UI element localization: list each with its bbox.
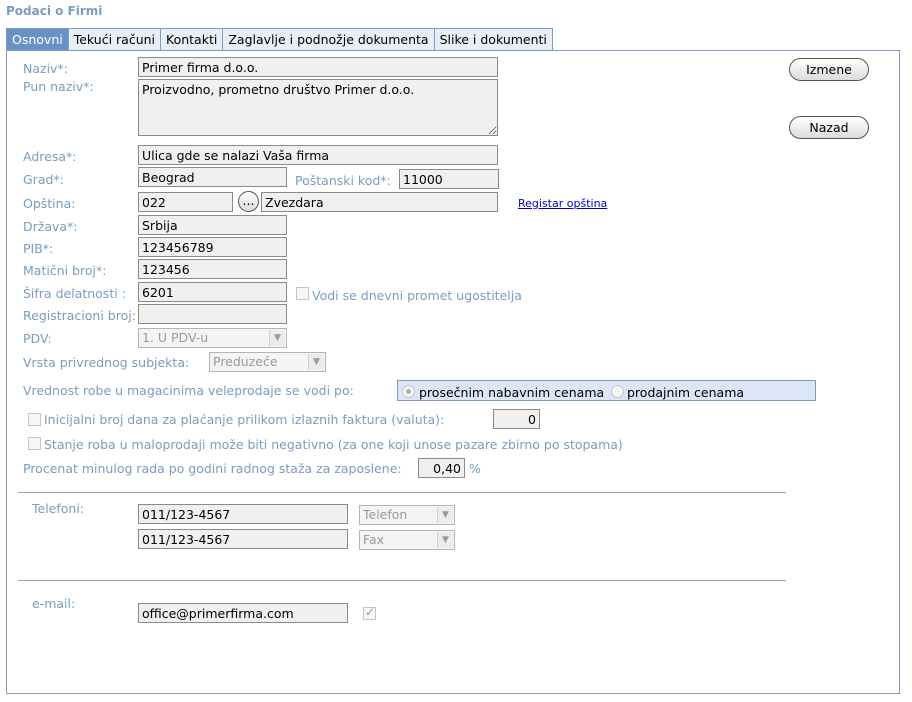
procenat-minulog-rada-field[interactable]: 0,40 [418,458,465,478]
adresa-field[interactable]: Ulica gde se nalazi Vaša firma [138,145,498,165]
naziv-label: Naziv*: [23,61,68,76]
telefon-1-field[interactable]: 011/123-4567 [138,504,348,524]
drzava-field[interactable]: Srbija [138,215,287,235]
tab-osnovni[interactable]: Osnovni [6,28,69,51]
tab-bar: Osnovni Tekući računi Kontakti Zaglavlje… [6,28,553,51]
tab-zaglavlje-podnozje[interactable]: Zaglavlje i podnožje dokumenta [222,28,435,51]
telefon-1-type-select[interactable]: Telefon ▼ [359,505,455,525]
tab-slike-dokumenti[interactable]: Slike i dokumenti [433,28,553,51]
postanski-kod-label: Poštanski kod*: [295,173,391,188]
registar-opstina-link[interactable]: Registar opština [518,197,607,210]
registracioni-broj-field[interactable] [138,304,287,324]
telefon-1-type-value: Telefon [363,507,408,522]
procenat-minulog-rada-label: Procenat minulog rada po godini radnog s… [23,461,402,476]
opstina-label: Opština: [23,196,76,211]
dnevni-promet-checkbox[interactable] [296,287,309,300]
prosecnim-cenama-label: prosečnim nabavnim cenama [419,385,605,400]
dnevni-promet-label: Vodi se dnevni promet ugostitelja [312,288,522,303]
inicijalni-broj-dana-label: Inicijalni broj dana za plaćanje priliko… [44,412,445,427]
grad-label: Grad*: [23,172,64,187]
telefoni-label: Telefoni: [32,501,85,516]
email-field[interactable]: office@primerfirma.com [138,603,348,623]
vrednost-robe-label: Vrednost robe u magacinima veleprodaje s… [23,383,354,398]
izmene-button[interactable]: Izmene [789,58,869,81]
pib-label: PIB*: [23,241,54,256]
procenat-unit: % [469,461,481,476]
chevron-down-icon: ▼ [308,354,324,370]
vrsta-subjekta-selected-value: Preduzeće [213,354,278,369]
sifra-delatnosti-field[interactable]: 6201 [138,282,287,302]
registracioni-broj-label: Registracioni broj: [23,308,136,323]
pdv-selected-value: 1. U PDV-u [142,330,209,345]
pun-naziv-label: Pun naziv*: [23,79,94,94]
pdv-select[interactable]: 1. U PDV-u ▼ [138,328,287,348]
email-checkbox[interactable] [363,605,376,620]
prodajnim-cenama-label: prodajnim cenama [627,385,745,400]
inicijalni-broj-dana-checkbox[interactable] [28,413,41,426]
drzava-label: Država*: [23,219,78,234]
telefon-2-field[interactable]: 011/123-4567 [138,529,348,549]
email-label: e-mail: [32,596,76,611]
maticni-broj-field[interactable]: 123456 [138,259,287,279]
sifra-delatnosti-label: Šifra delatnosti : [23,286,126,301]
tab-kontakti[interactable]: Kontakti [160,28,224,51]
pdv-label: PDV: [23,331,52,346]
opstina-browse-button[interactable]: ... [238,191,259,212]
tab-tekuci-racuni[interactable]: Tekući računi [67,28,162,51]
vrsta-subjekta-select[interactable]: Preduzeće ▼ [209,352,326,372]
stanje-robe-label: Stanje roba u maloprodaji može biti nega… [44,437,623,452]
prodajnim-cenama-radio[interactable] [611,385,624,398]
divider [18,492,786,493]
opstina-name-field[interactable]: Zvezdara [261,192,498,212]
postanski-kod-field[interactable]: 11000 [399,169,499,189]
opstina-code-field[interactable]: 022 [138,192,233,212]
grad-field[interactable]: Beograd [138,167,287,187]
pib-field[interactable]: 123456789 [138,237,287,257]
telefon-2-type-value: Fax [363,532,385,547]
chevron-down-icon: ▼ [437,532,453,548]
page-title: Podaci o Firmi [6,4,103,18]
nazad-button[interactable]: Nazad [789,116,869,139]
adresa-label: Adresa*: [23,149,77,164]
stanje-robe-checkbox[interactable] [28,437,41,450]
divider [18,580,786,581]
vrsta-subjekta-label: Vrsta privrednog subjekta: [23,355,190,370]
maticni-broj-label: Matični broj*: [23,263,107,278]
inicijalni-broj-dana-field[interactable]: 0 [493,409,540,429]
chevron-down-icon: ▼ [437,507,453,523]
naziv-field[interactable]: Primer firma d.o.o. [138,57,498,77]
telefon-2-type-select[interactable]: Fax ▼ [359,530,455,550]
chevron-down-icon: ▼ [269,330,285,346]
prosecnim-cenama-radio[interactable] [402,385,415,398]
pun-naziv-field[interactable]: Proizvodno, prometno društvo Primer d.o.… [138,79,498,136]
